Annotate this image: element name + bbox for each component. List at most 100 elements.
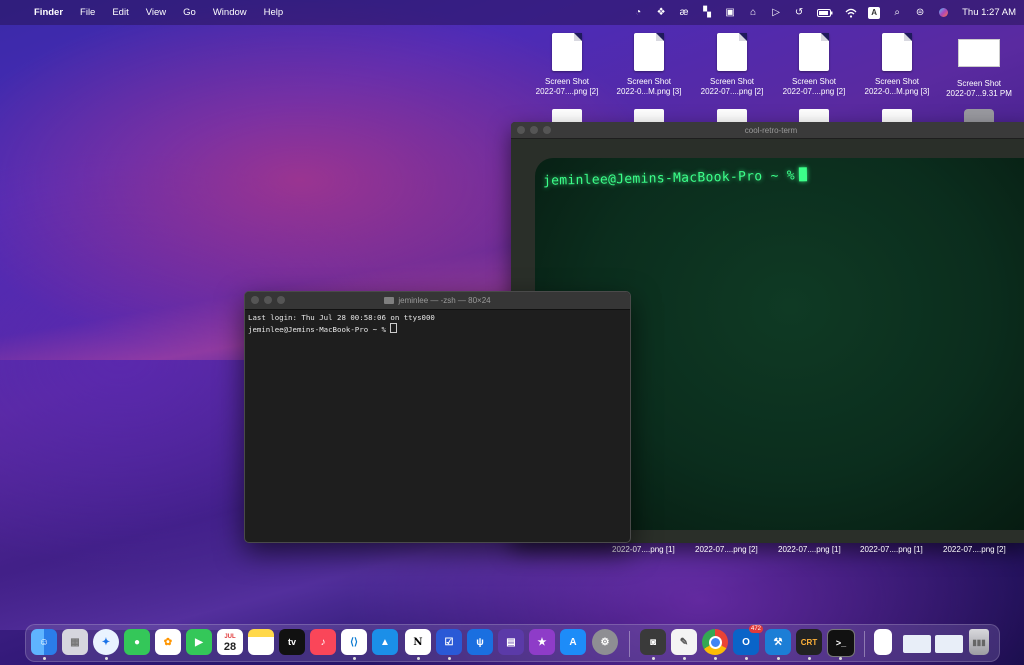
terminal-icon[interactable]: >_: [827, 629, 855, 657]
desktop-file-icon[interactable]: Screen Shot 2022-0...M.png [3]: [852, 33, 942, 97]
desktop-file-label[interactable]: 2022-07....png [1]: [778, 545, 841, 554]
tasks-icon[interactable]: ☑: [436, 629, 462, 655]
messages-icon[interactable]: ●: [124, 629, 150, 655]
facetime-icon[interactable]: ▶: [186, 629, 212, 655]
menu-window[interactable]: Window: [213, 7, 247, 18]
cool-retro-term-icon[interactable]: CRT: [796, 629, 822, 655]
notion-label: N: [413, 636, 423, 648]
notes-icon[interactable]: [248, 629, 274, 655]
music-icon[interactable]: ♪: [310, 629, 336, 655]
imovie-icon[interactable]: ★: [529, 629, 555, 655]
calendar-app-icon[interactable]: JUL 28: [217, 629, 243, 655]
document-icon[interactable]: [552, 109, 582, 123]
file-name-line1: Screen Shot: [791, 77, 837, 86]
terminal-body[interactable]: Last login: Thu Jul 28 00:58:06 on ttys0…: [245, 310, 630, 338]
document-icon[interactable]: [799, 109, 829, 123]
keyboard-input-icon[interactable]: A: [868, 6, 881, 19]
document-stack-icon[interactable]: [874, 629, 892, 655]
close-button[interactable]: [251, 296, 259, 304]
document-icon[interactable]: [717, 109, 747, 123]
menu-clock[interactable]: Thu 1:27 AM: [962, 7, 1016, 18]
ae-icon[interactable]: æ: [678, 7, 690, 19]
terminal-window[interactable]: jeminlee — -zsh — 80×24 Last login: Thu …: [244, 291, 631, 543]
desktop-file-label[interactable]: 2022-07....png [1]: [860, 545, 923, 554]
terminal-titlebar[interactable]: jeminlee — -zsh — 80×24: [245, 292, 630, 310]
document-icon: [882, 33, 912, 71]
minimize-button[interactable]: [530, 126, 538, 134]
finder-icon[interactable]: ☺: [31, 629, 57, 655]
play-icon[interactable]: ▷: [770, 7, 782, 19]
running-indicator: [353, 657, 356, 660]
vscode-icon[interactable]: ⟨⟩: [341, 629, 367, 655]
desktop-file-icon[interactable]: Screen Shot 2022-07....png [2]: [769, 33, 859, 97]
trash-icon[interactable]: ▮▮▮: [969, 629, 989, 655]
menu-view[interactable]: View: [146, 7, 166, 18]
text-cursor: [390, 323, 398, 333]
desktop-file-label[interactable]: 2022-07....png [2]: [943, 545, 1006, 554]
apple-menu-icon[interactable]: [8, 7, 20, 19]
document-icon[interactable]: [964, 109, 994, 123]
screenshot-stack-icon[interactable]: [903, 635, 931, 653]
wifi-icon[interactable]: [845, 7, 857, 19]
notion-icon[interactable]: N: [405, 629, 431, 655]
running-indicator: [43, 657, 46, 660]
focus-icon[interactable]: ◔: [632, 7, 644, 19]
desktop-file-icon[interactable]: Screen Shot 2022-0...M.png [3]: [604, 33, 694, 97]
running-indicator: [714, 657, 717, 660]
dock-separator: [864, 631, 865, 657]
desktop-file-label[interactable]: 2022-07....png [2]: [695, 545, 758, 554]
dev-tool-icon[interactable]: ▤: [498, 629, 524, 655]
battery-icon[interactable]: [816, 7, 834, 19]
document-icon[interactable]: [634, 109, 664, 123]
desktop-file-icon[interactable]: Screen Shot 2022-07....png [2]: [687, 33, 777, 97]
control-center-icon[interactable]: ⊜: [914, 7, 926, 19]
chat-bot-icon[interactable]: ◙: [640, 629, 666, 655]
running-indicator: [417, 657, 420, 660]
bed-icon[interactable]: ⌂: [747, 7, 759, 19]
file-name-line1: Screen Shot: [626, 77, 672, 86]
chrome-icon[interactable]: [702, 629, 728, 655]
desktop-file-label[interactable]: 2022-07....png [1]: [612, 545, 675, 554]
textedit-icon[interactable]: ✎: [671, 629, 697, 655]
close-button[interactable]: [517, 126, 525, 134]
zoom-button[interactable]: [543, 126, 551, 134]
retro-term-titlebar[interactable]: cool-retro-term: [511, 122, 1024, 139]
calendar-icon[interactable]: ▣: [724, 7, 736, 19]
dropbox-icon[interactable]: ❖: [655, 7, 667, 19]
desktop-file-icon[interactable]: Screen Shot 2022-07...9.31 PM: [934, 33, 1024, 99]
xcode-icon[interactable]: ⚒: [765, 629, 791, 655]
downloads-stack-icon[interactable]: [935, 635, 963, 653]
launchpad-icon[interactable]: ▦: [62, 629, 88, 655]
fork-icon[interactable]: ψ: [467, 629, 493, 655]
app-store-icon[interactable]: A: [560, 629, 586, 655]
document-icon[interactable]: [882, 109, 912, 123]
siri-icon[interactable]: [937, 7, 949, 19]
file-name-line1: Screen Shot: [709, 77, 755, 86]
zoom-button[interactable]: [277, 296, 285, 304]
running-indicator: [448, 657, 451, 660]
file-name-line2: 2022-0...M.png [3]: [616, 87, 682, 96]
search-icon[interactable]: ⌕: [891, 7, 903, 19]
menu-edit[interactable]: Edit: [112, 7, 128, 18]
file-name-line2: 2022-07....png [2]: [700, 87, 764, 96]
menu-bar: Finder File Edit View Go Window Help ◔ ❖…: [0, 0, 1024, 25]
dock: ☺ ▦ ✦ ● ✿ ▶ JUL 28 tv ♪ ⟨⟩ ▲ N ☑ ψ ▤ ★ A…: [25, 624, 1000, 662]
apple-tv-icon[interactable]: tv: [279, 629, 305, 655]
layout-icon[interactable]: ▚: [701, 7, 713, 19]
system-preferences-icon[interactable]: ⚙: [592, 629, 618, 655]
keynote-icon[interactable]: ▲: [372, 629, 398, 655]
time-machine-icon[interactable]: ↺: [793, 7, 805, 19]
menu-app-finder[interactable]: Finder: [34, 7, 63, 18]
menu-help[interactable]: Help: [264, 7, 284, 18]
menu-go[interactable]: Go: [183, 7, 196, 18]
running-indicator: [808, 657, 811, 660]
minimize-button[interactable]: [264, 296, 272, 304]
photos-icon[interactable]: ✿: [155, 629, 181, 655]
outlook-icon[interactable]: O 472: [733, 625, 763, 655]
menu-file[interactable]: File: [80, 7, 95, 18]
desktop-file-icon[interactable]: Screen Shot 2022-07....png [2]: [522, 33, 612, 97]
safari-icon[interactable]: ✦: [93, 629, 119, 655]
document-icon: [799, 33, 829, 71]
running-indicator: [777, 657, 780, 660]
running-indicator: [652, 657, 655, 660]
